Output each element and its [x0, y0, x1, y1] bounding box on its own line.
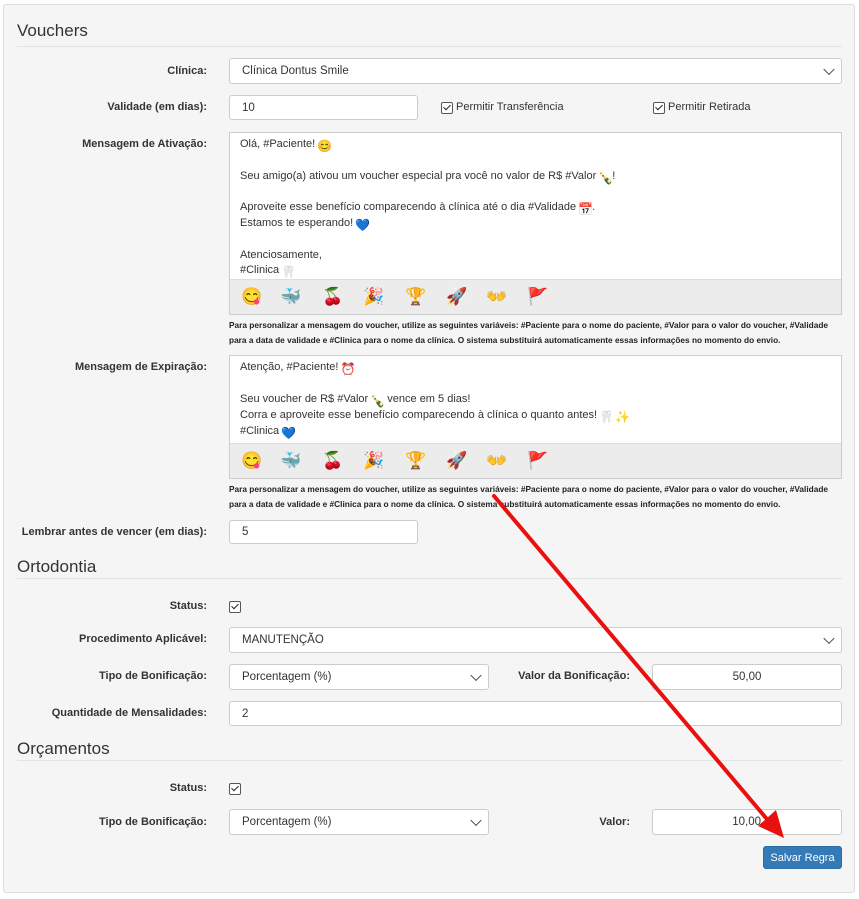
- annotation-arrow: [492, 494, 784, 838]
- annotation-arrow-shaft: [492, 494, 768, 820]
